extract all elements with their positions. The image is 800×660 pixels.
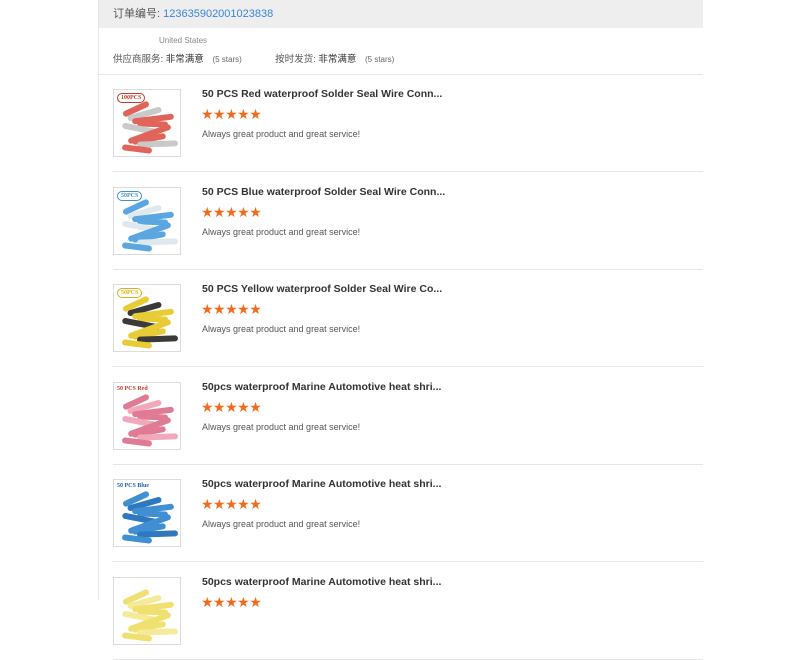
star-rating-icon: ★★★★★: [201, 496, 262, 512]
service-rating-note: (5 stars): [212, 55, 242, 64]
product-image-tag: 50 PCS Blue: [117, 483, 150, 489]
product-image-tag: 50 PCS Red: [117, 385, 148, 392]
product-thumbnail[interactable]: 100PCS: [113, 89, 181, 157]
product-row: 50pcs waterproof Marine Automotive heat …: [99, 563, 703, 660]
product-image-tag: 50PCS: [117, 190, 143, 201]
product-title-link[interactable]: 50pcs waterproof Marine Automotive heat …: [202, 576, 441, 588]
product-title-link[interactable]: 50 PCS Yellow waterproof Solder Seal Wir…: [202, 283, 442, 295]
order-number-link[interactable]: 123635902001023838: [163, 8, 273, 20]
shipping-rating-value: 非常满意: [318, 54, 357, 65]
product-row: 50 PCS Blue 50pcs waterproof Marine Autom…: [99, 465, 703, 562]
product-row: 50PCS 50 PCS Blue waterproof Solder Seal …: [99, 173, 703, 270]
review-comment: Always great product and great service!: [202, 519, 361, 529]
service-rating-value: 非常满意: [165, 54, 204, 65]
product-title-link[interactable]: 50pcs waterproof Marine Automotive heat …: [202, 478, 441, 490]
product-thumbnail[interactable]: 50PCS: [113, 284, 181, 352]
review-comment: Always great product and great service!: [202, 129, 361, 139]
product-title-link[interactable]: 50 PCS Blue waterproof Solder Seal Wire …: [202, 186, 445, 198]
star-rating-icon: ★★★★★: [201, 593, 262, 610]
star-rating-icon: ★★★★★: [201, 301, 262, 317]
buyer-country: United States: [159, 36, 208, 45]
product-image-tag: 100PCS: [117, 93, 146, 103]
product-row: 100PCS 50 PCS Red waterproof Solder Seal …: [99, 75, 703, 172]
review-comment: Always great product and great service!: [202, 421, 361, 432]
product-row: 50PCS 50 PCS Yellow waterproof Solder Sea…: [99, 270, 703, 367]
feedback-panel: 订单编号: 123635902001023838 United States 供…: [98, 0, 703, 660]
product-thumbnail[interactable]: [113, 576, 181, 645]
review-comment: Always great product and great service!: [202, 324, 361, 334]
shipping-rating-label: 按时发货:: [275, 54, 316, 65]
product-thumbnail[interactable]: 50 PCS Blue: [113, 479, 181, 547]
order-bar: 订单编号: 123635902001023838: [99, 0, 703, 28]
review-comment: Always great product and great service!: [202, 226, 361, 237]
product-thumbnail[interactable]: 50 PCS Red: [113, 381, 181, 450]
shipping-rating-note: (5 stars): [365, 55, 395, 64]
product-title-link[interactable]: 50 PCS Red waterproof Solder Seal Wire C…: [202, 88, 442, 100]
product-thumbnail[interactable]: 50PCS: [113, 186, 181, 255]
seller-ratings: 供应商服务: 非常满意 (5 stars) 按时发货: 非常满意 (5 star…: [113, 51, 394, 65]
star-rating-icon: ★★★★★: [201, 398, 262, 415]
product-title-link[interactable]: 50pcs waterproof Marine Automotive heat …: [202, 381, 441, 393]
service-rating-label: 供应商服务:: [113, 54, 164, 65]
star-rating-icon: ★★★★★: [201, 106, 262, 122]
product-image-tag: 50PCS: [117, 288, 143, 298]
order-number-label: 订单编号:: [113, 8, 161, 20]
star-rating-icon: ★★★★★: [201, 203, 262, 220]
product-row: 50 PCS Red 50pcs waterproof Marine Automo…: [99, 368, 703, 465]
divider: [113, 658, 703, 660]
